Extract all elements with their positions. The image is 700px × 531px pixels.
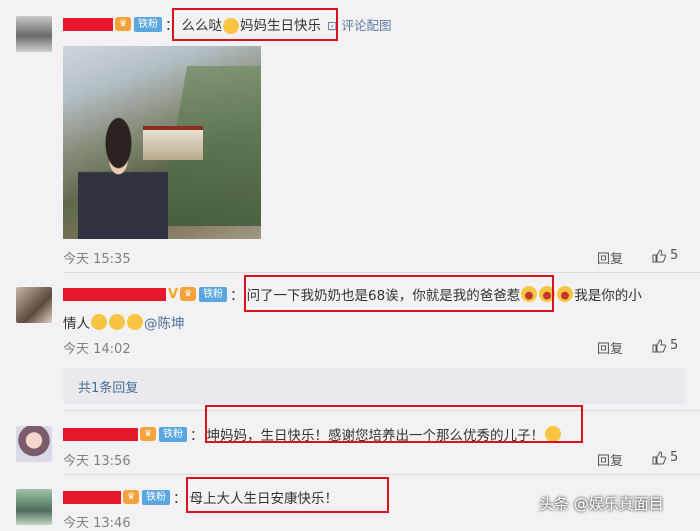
divider: [63, 272, 700, 273]
watermark: 头条 @娱乐真面目: [539, 495, 664, 513]
member-crown-icon: ♛: [115, 17, 131, 31]
reply-button[interactable]: 回复: [597, 248, 623, 267]
highlight-box: [186, 477, 389, 513]
grin-emoji-icon: [109, 314, 125, 330]
thumbs-up-icon: [652, 248, 666, 262]
like-count: 5: [670, 338, 679, 353]
user-avatar[interactable]: [16, 16, 52, 52]
username-redacted[interactable]: [63, 17, 113, 31]
fan-badge: 铁粉: [159, 426, 187, 442]
like-count: 5: [670, 450, 679, 465]
highlight-box: [205, 405, 583, 443]
divider: [63, 474, 700, 475]
comment-time: 今天 13:46: [63, 516, 131, 531]
username-redacted[interactable]: [63, 427, 138, 441]
member-crown-icon: ♛: [180, 287, 197, 301]
member-crown-icon: ♛: [140, 427, 156, 441]
grin-emoji-icon: [127, 314, 143, 330]
thumbs-up-icon: [652, 338, 666, 352]
like-button[interactable]: 5: [652, 338, 678, 353]
like-button[interactable]: 5: [652, 450, 678, 465]
fan-badge: 铁粉: [142, 489, 170, 505]
thumbs-up-icon: [652, 450, 666, 464]
highlight-box: [172, 8, 338, 41]
user-avatar[interactable]: [16, 489, 52, 525]
comment-time: 今天 14:02: [63, 342, 131, 357]
like-count: 5: [670, 248, 679, 263]
username-redacted[interactable]: [63, 490, 121, 504]
reply-button[interactable]: 回复: [597, 338, 623, 357]
member-crown-icon: ♛: [123, 490, 139, 504]
comment-text-line2: 情人 @陈坤: [63, 312, 185, 332]
verified-v-icon: V: [168, 286, 179, 302]
comment-photo[interactable]: [63, 46, 261, 239]
like-button[interactable]: 5: [652, 248, 678, 263]
mention-link[interactable]: @陈坤: [144, 312, 185, 332]
fan-badge: 铁粉: [199, 286, 228, 302]
user-avatar[interactable]: [16, 426, 52, 462]
laugh-emoji-icon: [557, 286, 574, 302]
grin-emoji-icon: [91, 314, 107, 330]
comment-time: 今天 13:56: [63, 454, 131, 469]
sub-replies-toggle[interactable]: 共1条回复: [63, 368, 685, 404]
comment-time: 今天 15:35: [63, 252, 131, 267]
highlight-box: [244, 275, 554, 312]
reply-button[interactable]: 回复: [597, 450, 623, 469]
comment-text-end: 我是你的小: [574, 288, 642, 304]
fan-badge: 铁粉: [134, 16, 162, 32]
user-avatar[interactable]: [16, 287, 52, 323]
username-redacted[interactable]: [63, 287, 166, 301]
